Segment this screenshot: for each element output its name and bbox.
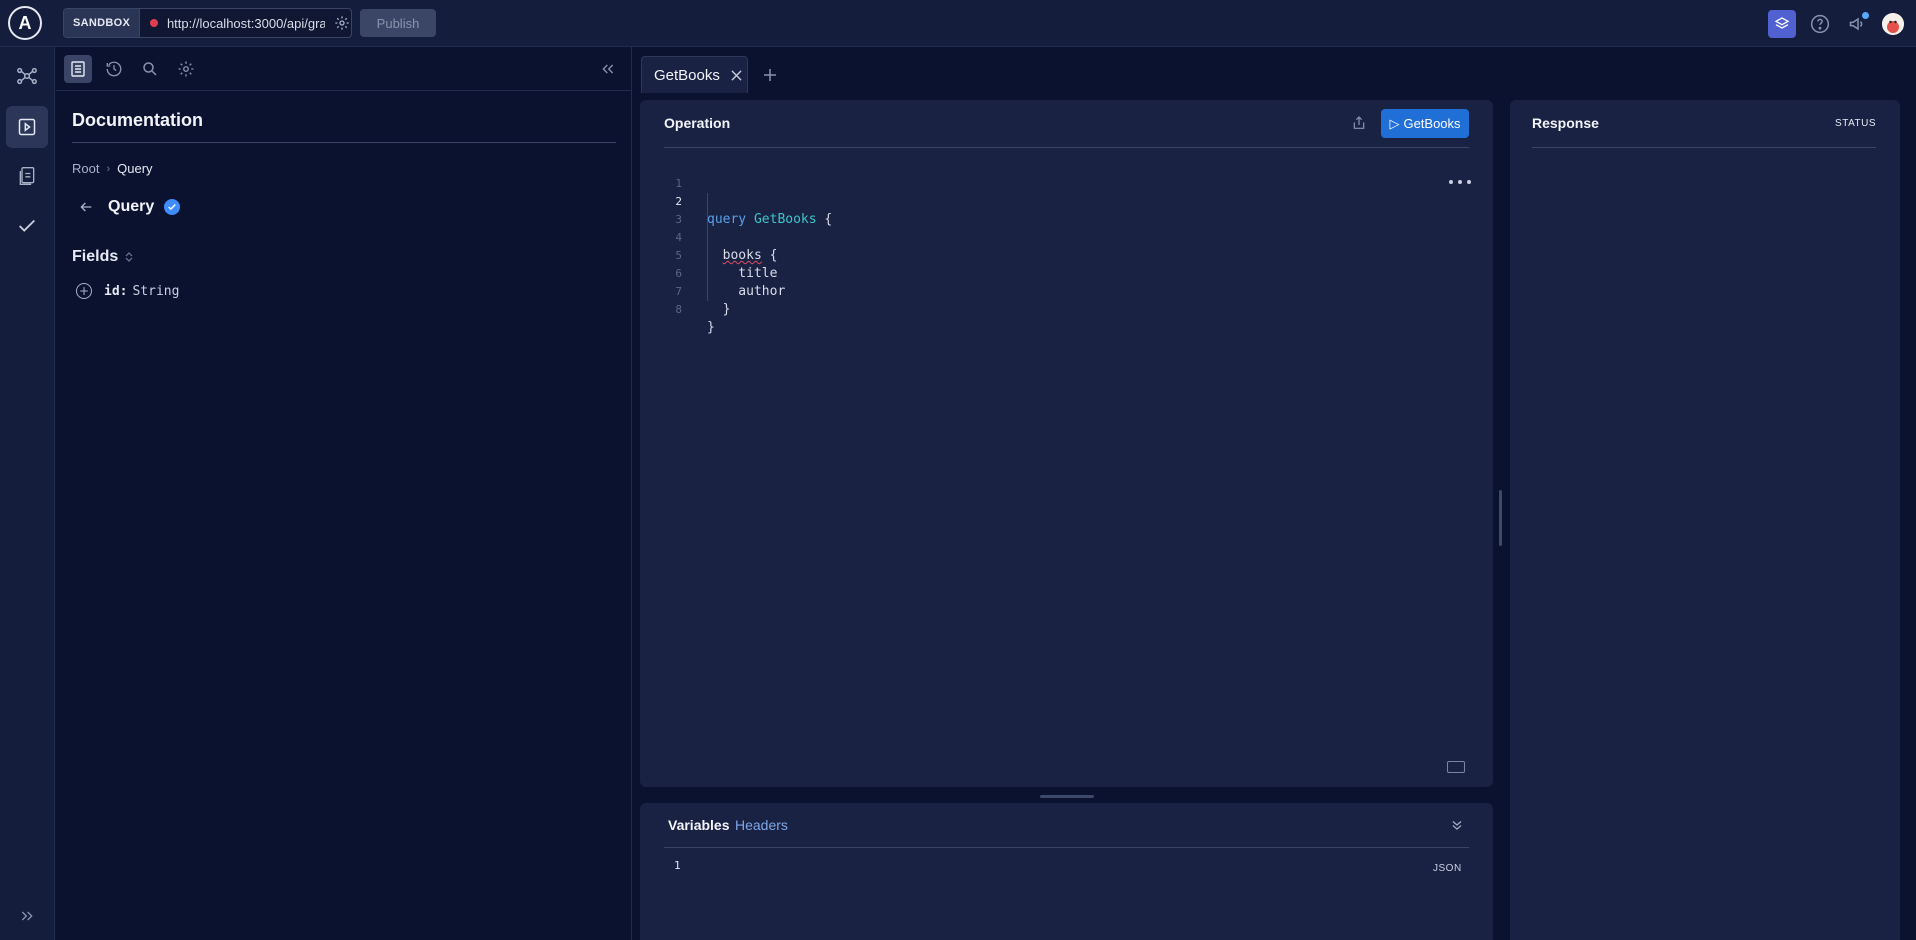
breadcrumb: Root › Query (72, 161, 153, 176)
code-line: 8 } (640, 283, 1493, 335)
code-line: 7 } (640, 265, 1493, 317)
sandbox-badge: SANDBOX (64, 9, 141, 37)
close-icon[interactable] (730, 68, 744, 82)
breadcrumb-root[interactable]: Root (72, 161, 99, 176)
settings-icon[interactable] (172, 55, 200, 83)
code-text: } (707, 302, 731, 317)
explorer-icon[interactable] (1768, 10, 1796, 38)
run-button-label: GetBooks (1403, 116, 1461, 131)
schema-icon[interactable] (6, 55, 48, 97)
left-nav (0, 47, 55, 940)
apollo-logo[interactable]: A (8, 6, 42, 40)
code-line: 4 books { (640, 211, 1493, 263)
keyboard-shortcuts-icon[interactable] (1447, 761, 1465, 773)
docs-icon[interactable] (64, 55, 92, 83)
search-icon[interactable] (136, 55, 164, 83)
share-icon[interactable] (1349, 113, 1369, 133)
help-icon[interactable] (1806, 10, 1834, 38)
checkmark-icon[interactable] (6, 205, 48, 247)
type-header: Query (72, 197, 181, 217)
history-icon[interactable] (100, 55, 128, 83)
collapse-panel-icon[interactable] (594, 55, 622, 83)
response-status-label: STATUS (1835, 118, 1876, 129)
back-arrow-icon[interactable] (76, 197, 96, 217)
code-text: } (707, 320, 715, 335)
sort-icon[interactable] (124, 251, 134, 263)
chevron-down-icon[interactable] (1449, 817, 1465, 833)
field-name: id: (104, 283, 128, 299)
top-bar: A SANDBOX http://localhost:3000/api/gra p… (0, 0, 1916, 47)
endpoint-url[interactable]: http://localhost:3000/api/graphql (167, 16, 325, 31)
checks-icon[interactable] (6, 155, 48, 197)
add-tab-icon[interactable] (761, 66, 779, 84)
horizontal-resize-handle[interactable] (1499, 490, 1502, 546)
tab-label: GetBooks (654, 66, 720, 84)
response-divider (1532, 147, 1876, 148)
field-row[interactable]: + id: String (76, 283, 179, 299)
fields-title: Fields (72, 248, 119, 265)
response-panel: Response STATUS (1510, 100, 1900, 940)
avatar[interactable] (1882, 13, 1904, 35)
line-number: 8 (675, 303, 682, 316)
double-chevron-right-icon[interactable] (6, 895, 48, 937)
operation-tabs: GetBooks (633, 47, 1916, 93)
code-line: 1 (640, 157, 1493, 190)
variables-panel: Variables Headers 1 JSON (640, 803, 1493, 940)
connection-settings-icon[interactable] (333, 14, 351, 32)
top-right-actions (1768, 9, 1904, 39)
docs-toolbar (56, 47, 632, 91)
tab-headers[interactable]: Headers (735, 817, 788, 833)
documentation-panel: Documentation Root › Query Query Fields … (56, 47, 632, 940)
publish-button[interactable]: Publish (360, 9, 436, 37)
code-line: 5 title (640, 229, 1493, 281)
announcements-icon[interactable] (1844, 10, 1872, 38)
operation-title: Operation (664, 115, 731, 131)
tab-variables[interactable]: Variables (668, 817, 730, 833)
breadcrumb-current: Query (117, 161, 153, 176)
endpoint-input[interactable]: SANDBOX http://localhost:3000/api/graphq… (63, 8, 352, 38)
type-name: Query (108, 198, 155, 215)
field-type[interactable]: String (132, 284, 179, 299)
check-circle-icon (164, 199, 181, 215)
play-icon: ▷ (1389, 115, 1400, 131)
docs-title: Documentation (72, 110, 204, 130)
connection-status-dot (150, 19, 158, 27)
breadcrumb-separator: › (106, 162, 111, 175)
code-line: 6 author (640, 247, 1493, 299)
code-line: 2 query GetBooks { (640, 175, 1493, 227)
variables-divider (664, 847, 1469, 848)
more-options-icon[interactable] (1449, 177, 1471, 187)
line-number: 1 (674, 859, 681, 872)
docs-divider (72, 142, 616, 143)
explorer-nav-icon[interactable] (6, 106, 48, 148)
tab-getbooks[interactable]: GetBooks (641, 56, 748, 93)
run-operation-button[interactable]: ▷ GetBooks (1381, 109, 1469, 138)
notification-dot (1862, 12, 1869, 19)
add-field-icon[interactable]: + (76, 283, 92, 299)
operation-divider (664, 147, 1469, 148)
code-line: 3 (640, 193, 1493, 226)
vertical-resize-handle[interactable] (1040, 795, 1094, 798)
operation-panel: Operation ▷ GetBooks 1 2 query GetBooks … (640, 100, 1493, 787)
fields-header: Fields (72, 248, 134, 266)
response-title: Response (1532, 115, 1599, 131)
json-format-label: JSON (1433, 863, 1462, 874)
